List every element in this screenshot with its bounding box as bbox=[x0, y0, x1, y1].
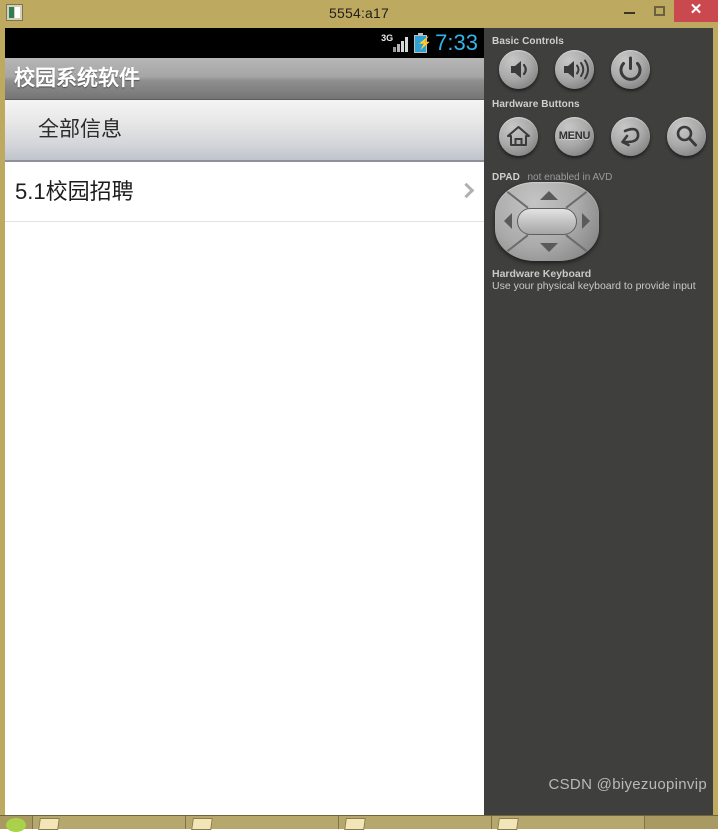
section-header[interactable]: 全部信息 bbox=[5, 100, 484, 162]
power-button[interactable] bbox=[611, 50, 650, 89]
battery-charging-icon: ⚡ bbox=[414, 33, 432, 53]
window-titlebar[interactable]: 5554:a17 ✕ bbox=[0, 0, 718, 26]
dpad-down-icon[interactable] bbox=[540, 243, 558, 252]
dpad-center-button[interactable] bbox=[517, 208, 577, 235]
android-status-bar: 3G ⚡ 7:33 bbox=[5, 28, 484, 58]
network-type-label: 3G bbox=[381, 33, 394, 43]
dpad-left-icon[interactable] bbox=[504, 213, 512, 229]
maximize-button[interactable] bbox=[644, 0, 674, 22]
watermark: CSDN @biyezuopinvip bbox=[548, 776, 707, 793]
dpad-right-icon[interactable] bbox=[582, 213, 590, 229]
list-item[interactable]: 5.1校园招聘 bbox=[5, 162, 484, 222]
menu-text-icon: MENU bbox=[558, 130, 591, 142]
volume-down-button[interactable] bbox=[499, 50, 538, 89]
hardware-keyboard-hint: Use your physical keyboard to provide in… bbox=[492, 280, 696, 292]
taskbar bbox=[0, 815, 718, 832]
dpad-up-icon[interactable] bbox=[540, 191, 558, 200]
taskbar-item-1[interactable] bbox=[33, 816, 186, 830]
maximize-icon bbox=[654, 6, 665, 16]
chevron-right-icon bbox=[461, 183, 471, 199]
window-title: 5554:a17 bbox=[329, 5, 389, 21]
close-button[interactable]: ✕ bbox=[674, 0, 718, 22]
folder-icon bbox=[38, 818, 60, 830]
dpad-icon[interactable] bbox=[495, 182, 599, 261]
taskbar-item-3[interactable] bbox=[339, 816, 492, 830]
hardware-buttons-label: Hardware Buttons bbox=[492, 99, 580, 110]
back-arrow-icon bbox=[621, 127, 640, 147]
hardware-keyboard-label: Hardware Keyboard bbox=[492, 268, 592, 280]
volume-up-icon bbox=[564, 59, 589, 80]
taskbar-item-4[interactable] bbox=[492, 816, 645, 830]
volume-up-button[interactable] bbox=[555, 50, 594, 89]
volume-down-icon bbox=[511, 61, 527, 78]
status-bar-icons: 3G ⚡ 7:33 bbox=[381, 28, 478, 58]
list-item-label: 5.1校园招聘 bbox=[15, 179, 134, 204]
start-button[interactable] bbox=[0, 816, 33, 832]
close-icon: ✕ bbox=[689, 1, 703, 18]
folder-icon bbox=[497, 818, 519, 830]
search-icon bbox=[676, 125, 697, 147]
taskbar-item-2[interactable] bbox=[186, 816, 339, 830]
folder-icon bbox=[344, 818, 366, 830]
menu-button[interactable]: MENU bbox=[555, 117, 594, 156]
emulator-control-panel: Basic Controls Hardware Buttons MENU DPA… bbox=[484, 28, 713, 815]
minimize-icon bbox=[624, 12, 635, 14]
power-icon bbox=[619, 56, 642, 81]
app-action-bar: 校园系统软件 bbox=[5, 58, 484, 100]
search-button[interactable] bbox=[667, 117, 706, 156]
device-screen[interactable]: 3G ⚡ 7:33 校园系统软件 全部信息 5.1校园招聘 bbox=[5, 28, 484, 815]
emulator-window: 5554:a17 ✕ 3G ⚡ 7:33 bbox=[0, 0, 718, 832]
section-header-label: 全部信息 bbox=[38, 118, 122, 141]
battery-bolt-glyph: ⚡ bbox=[417, 37, 432, 50]
minimize-button[interactable] bbox=[614, 0, 644, 22]
status-bar-clock: 7:33 bbox=[435, 30, 478, 55]
back-button[interactable] bbox=[611, 117, 650, 156]
signal-bars-icon: 3G bbox=[381, 32, 409, 54]
basic-controls-label: Basic Controls bbox=[492, 36, 564, 47]
dpad-label: DPAD bbox=[492, 172, 520, 183]
home-button[interactable] bbox=[499, 117, 538, 156]
start-orb-icon bbox=[6, 818, 26, 832]
app-title: 校园系统软件 bbox=[14, 67, 140, 90]
home-icon bbox=[507, 126, 530, 146]
folder-icon bbox=[191, 818, 213, 830]
info-list: 5.1校园招聘 bbox=[5, 162, 484, 815]
